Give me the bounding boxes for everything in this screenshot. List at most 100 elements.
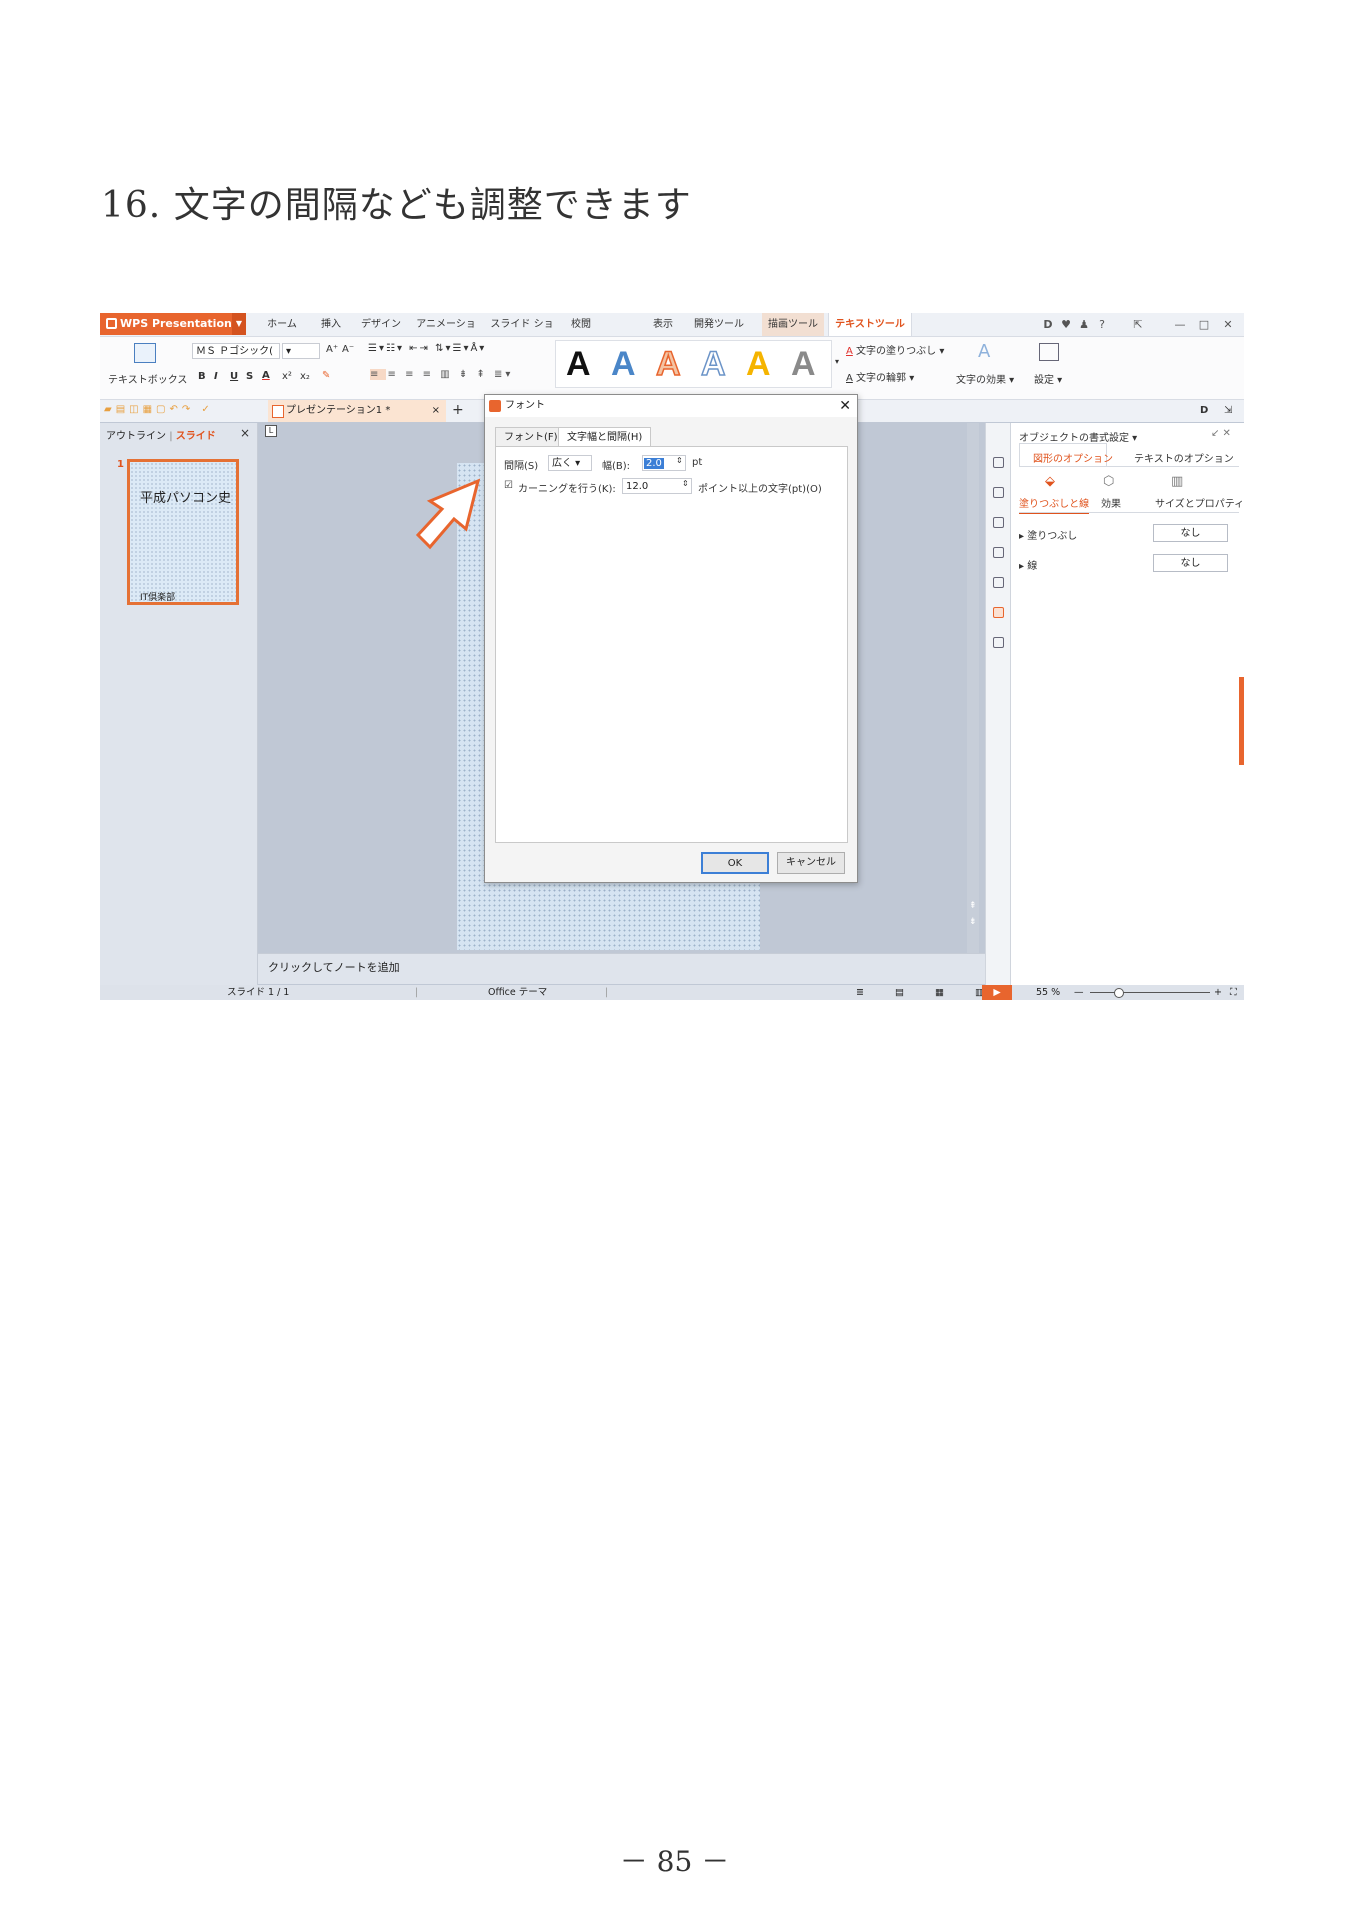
style-orange-outline-icon[interactable]: A [655, 344, 681, 384]
tab-text-tools[interactable]: テキストツール [828, 313, 912, 336]
scroll-prev-icon[interactable]: ⇞ [969, 901, 977, 911]
cancel-button[interactable]: キャンセル [777, 852, 845, 874]
ok-button[interactable]: OK [701, 852, 769, 874]
line-section[interactable]: ▸ 線 [1019, 557, 1037, 572]
document-icon[interactable] [993, 457, 1004, 468]
subtab-effect[interactable]: 効果 [1101, 495, 1121, 510]
tab-spacing[interactable]: 文字幅と間隔(H) [558, 427, 652, 448]
font-color-button[interactable]: A [262, 370, 270, 381]
tab-slides[interactable]: スライド [176, 431, 216, 442]
panel-title[interactable]: オブジェクトの書式設定 ▾ [1019, 429, 1137, 444]
zoom-slider-thumb[interactable] [1114, 988, 1124, 998]
italic-button[interactable]: I [214, 371, 218, 382]
layout-icon[interactable] [993, 547, 1004, 558]
font-name-select[interactable]: ＭＳ Ｐゴシック( [192, 343, 280, 359]
ruler-tab-icon[interactable]: L [265, 425, 277, 437]
vertical-scrollbar[interactable]: ⇞ ⇟ [967, 423, 979, 953]
help-icon[interactable]: ? [1094, 313, 1110, 336]
new-tab-button[interactable]: + [452, 402, 464, 418]
minimize-button[interactable]: — [1172, 313, 1188, 336]
page-heading: 16. 文字の間隔なども調整できます [101, 185, 692, 226]
width-spinner-icon[interactable]: ⇕ [676, 456, 683, 465]
tab-font[interactable]: フォント(F) [495, 427, 567, 448]
subscript-button[interactable]: x₂ [300, 371, 310, 382]
ribbon-toggle-icon[interactable]: ⇱ [1130, 313, 1146, 336]
scroll-next-icon[interactable]: ⇟ [969, 917, 977, 927]
text-outline-button[interactable]: A 文字の輪郭 ▾ [846, 369, 914, 384]
tab-review[interactable]: 校閲 [565, 313, 597, 336]
quick-access-icons[interactable]: ▰▤◫▦▢↶↷ ✓ [104, 404, 214, 415]
d-icon[interactable]: D [1040, 313, 1056, 336]
tab-slideshow[interactable]: スライド ショー [489, 313, 555, 354]
line-value-dropdown[interactable]: なし [1153, 554, 1228, 572]
kerning-spinner-icon[interactable]: ⇕ [682, 479, 689, 488]
settings-button[interactable]: 設定 ▾ [1034, 371, 1062, 386]
text-effect-label: 文字の効果 [956, 375, 1006, 386]
clear-format-icon[interactable]: ✎ [322, 370, 330, 381]
font-size-select[interactable]: ▾ [282, 343, 320, 359]
backup-icon[interactable] [993, 637, 1004, 648]
fit-window-icon[interactable]: ⛶ [1230, 985, 1237, 1000]
close-window-button[interactable]: ✕ [1220, 313, 1236, 336]
panel-pin-close-icons[interactable]: ↙ ✕ [1211, 428, 1231, 439]
font-shrink-button[interactable]: A⁻ [342, 344, 354, 355]
style-yellow-icon[interactable]: A [746, 344, 771, 384]
fill-value-dropdown[interactable]: なし [1153, 524, 1228, 542]
tab-home[interactable]: ホーム [261, 313, 303, 336]
superscript-button[interactable]: x² [282, 371, 292, 382]
strikethrough-button[interactable]: S [246, 371, 253, 382]
document-tab[interactable]: プレゼンテーション1 * × [268, 400, 446, 422]
zoom-slider[interactable] [1090, 992, 1210, 993]
tab-view[interactable]: 表示 [647, 313, 679, 336]
restore-button[interactable]: □ [1196, 313, 1212, 336]
app-menu-button[interactable]: WPS Presentation ▼ [100, 313, 246, 335]
tab-text-options[interactable]: テキストのオプション [1134, 450, 1234, 465]
tab-outline[interactable]: アウトライン [106, 431, 166, 442]
slide-thumbnail-1[interactable]: 平成パソコン史 IT倶楽部 [127, 459, 239, 605]
tab-design[interactable]: デザイン [359, 313, 403, 336]
copy-icon[interactable] [993, 517, 1004, 528]
subtab-size-properties[interactable]: サイズとプロパティ [1155, 495, 1244, 510]
tab-animation[interactable]: アニメーション [413, 313, 479, 354]
style-gray-icon[interactable]: A [791, 344, 816, 384]
dialog-close-button[interactable]: ✕ [839, 395, 851, 417]
bullet-list-icon[interactable]: ☰▾☷▾ ⇤⇥ ⇅▾☰▾Å▾ [368, 343, 486, 354]
font-grow-button[interactable]: A⁺ [326, 344, 338, 355]
tab-developer[interactable]: 開発ツール [691, 313, 747, 336]
align-buttons[interactable]: ≡ ≡ ≡ ≡ ▥ ⇟ ⇞ ≣▾ [370, 369, 514, 380]
gallery-more-icon[interactable]: ▾ [835, 357, 839, 366]
zoom-out-button[interactable]: — [1074, 985, 1084, 1000]
shirt-icon[interactable]: ♥ [1058, 313, 1074, 336]
spacing-select[interactable]: 広く ▾ [548, 455, 592, 471]
shapes-icon[interactable] [993, 487, 1004, 498]
bold-button[interactable]: B [198, 371, 206, 382]
tab-insert[interactable]: 挿入 [313, 313, 349, 336]
textbox-icon[interactable] [134, 343, 156, 363]
view-buttons[interactable]: ≣ ▤ ▦ ▥ [856, 985, 998, 1000]
style-black-icon[interactable]: A [566, 344, 591, 384]
tab-drawing-tools[interactable]: 描画ツール [762, 313, 824, 336]
notes-area[interactable]: クリックしてノートを追加 [258, 953, 1084, 984]
text-effect-button[interactable]: 文字の効果 ▾ [956, 371, 1014, 386]
tab-shape-options[interactable]: 図形のオプション [1033, 450, 1113, 465]
underline-button[interactable]: U [230, 371, 238, 382]
d-icon-small[interactable]: D [1200, 405, 1208, 416]
fill-section[interactable]: ▸ 塗りつぶし [1019, 527, 1077, 542]
style-blue-outline-icon[interactable]: A [700, 344, 726, 384]
play-slideshow-icon[interactable]: ▶ [982, 985, 1012, 1000]
textbox-button[interactable]: テキストボックス [108, 371, 187, 386]
grid-icon[interactable] [993, 577, 1004, 588]
user-icon[interactable]: ♟ [1076, 313, 1092, 336]
text-fill-button[interactable]: A 文字の塗りつぶし ▾ [846, 342, 944, 357]
kerning-checkbox[interactable]: ☑ [504, 480, 513, 491]
panel-resize-handle[interactable] [1239, 677, 1244, 765]
style-blue-icon[interactable]: A [611, 344, 636, 384]
text-fill-label: 文字の塗りつぶし [856, 346, 937, 357]
line-label: 線 [1027, 561, 1038, 572]
close-pane-icon[interactable]: × [240, 426, 250, 440]
width-unit: pt [692, 457, 703, 468]
close-tab-icon[interactable]: × [432, 400, 440, 422]
zoom-in-button[interactable]: + [1214, 985, 1222, 1000]
pane-toggle-icon[interactable]: ⇲ [1224, 405, 1232, 416]
format-object-icon[interactable] [993, 607, 1004, 618]
